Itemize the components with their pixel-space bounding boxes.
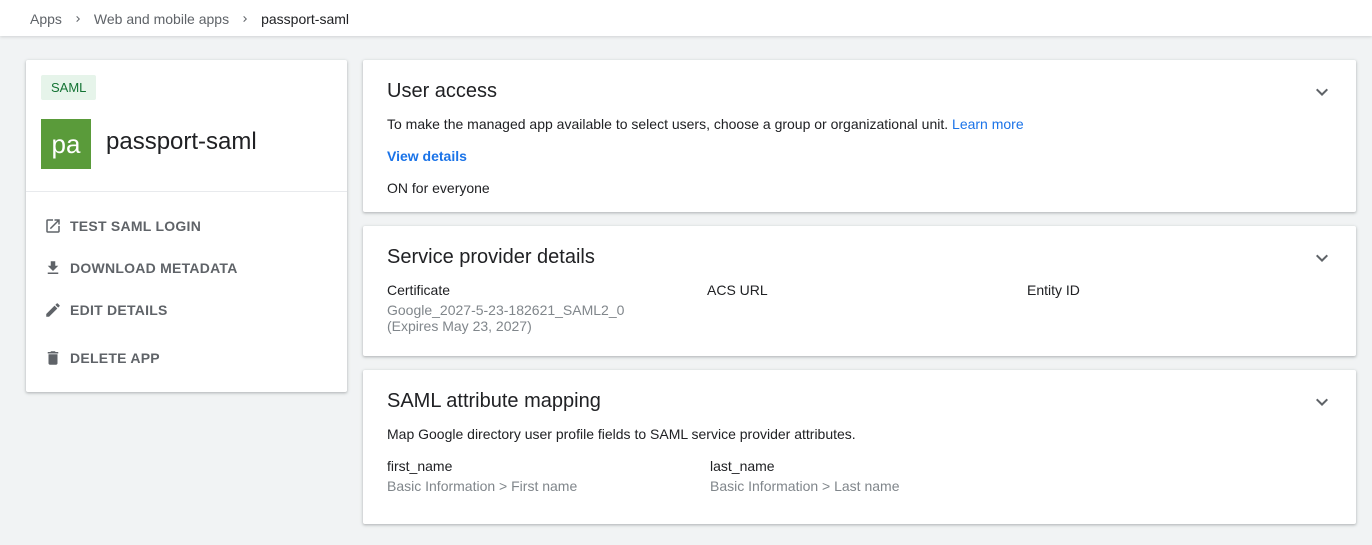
breadcrumb-web-mobile-apps[interactable]: Web and mobile apps [94, 11, 229, 27]
trash-icon [44, 349, 62, 367]
app-name: passport-saml [106, 128, 257, 155]
service-provider-card[interactable]: Service provider details Certificate Goo… [363, 226, 1356, 356]
download-icon [44, 259, 62, 277]
attribute-mapping-card[interactable]: SAML attribute mapping Map Google direct… [363, 370, 1356, 524]
certificate-value: Google_2027-5-23-182621_SAML2_0 [387, 302, 625, 318]
delete-app-button[interactable]: DELETE APP [44, 344, 160, 372]
test-saml-login-button[interactable]: TEST SAML LOGIN [44, 212, 201, 240]
entity-id-label: Entity ID [1027, 282, 1080, 298]
expand-chevron-icon[interactable] [1310, 80, 1334, 104]
action-label: DOWNLOAD METADATA [70, 260, 238, 276]
download-metadata-button[interactable]: DOWNLOAD METADATA [44, 254, 238, 282]
action-label: DELETE APP [70, 350, 160, 366]
certificate-expiry: (Expires May 23, 2027) [387, 318, 532, 334]
action-label: TEST SAML LOGIN [70, 218, 202, 234]
attribute-mapping-description: Map Google directory user profile fields… [387, 426, 856, 442]
certificate-label: Certificate [387, 282, 451, 298]
mapping-attribute-name: first_name [387, 458, 453, 474]
saml-badge: SAML [41, 75, 97, 100]
mapping-source-field: Basic Information > Last name [710, 478, 900, 494]
mapping-attribute-name: last_name [710, 458, 775, 474]
chevron-right-icon [70, 11, 86, 27]
section-title: SAML attribute mapping [387, 390, 601, 412]
action-label: EDIT DETAILS [70, 302, 168, 318]
app-summary-card: SAML pa passport-saml TEST SAML LOGIN DO… [26, 60, 347, 392]
chevron-right-icon [237, 11, 253, 27]
user-access-description-row: To make the managed app available to sel… [387, 116, 1024, 132]
expand-chevron-icon[interactable] [1310, 390, 1334, 414]
divider [26, 191, 347, 192]
top-bar: Apps Web and mobile apps passport-saml [0, 0, 1372, 36]
breadcrumb-apps[interactable]: Apps [30, 11, 62, 27]
view-details-link[interactable]: View details [387, 148, 467, 164]
user-access-status: ON for everyone [387, 180, 490, 196]
edit-details-button[interactable]: EDIT DETAILS [44, 296, 168, 324]
section-title: User access [387, 80, 498, 102]
acs-url-label: ACS URL [707, 282, 768, 298]
pencil-icon [44, 301, 62, 319]
learn-more-link[interactable]: Learn more [952, 116, 1024, 132]
user-access-description: To make the managed app available to sel… [387, 116, 949, 132]
section-title: Service provider details [387, 246, 595, 268]
user-access-card[interactable]: User access To make the managed app avai… [363, 60, 1356, 212]
breadcrumb-current: passport-saml [261, 11, 350, 27]
expand-chevron-icon[interactable] [1310, 246, 1334, 270]
breadcrumb: Apps Web and mobile apps passport-saml [30, 11, 349, 27]
open-in-new-icon [44, 217, 62, 235]
mapping-source-field: Basic Information > First name [387, 478, 578, 494]
app-avatar: pa [41, 119, 91, 169]
